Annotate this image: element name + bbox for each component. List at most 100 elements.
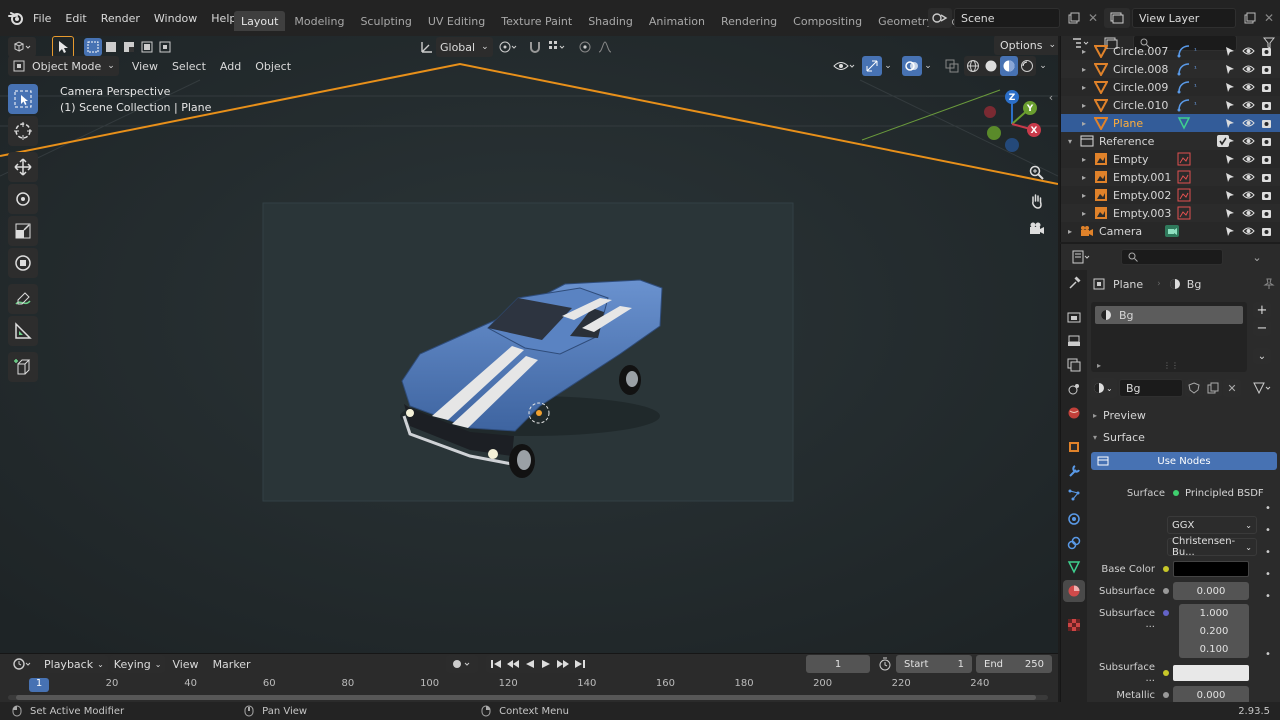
expand-arrow-icon[interactable]: ▸ — [1079, 65, 1089, 74]
snap-target-icon[interactable] — [545, 37, 569, 57]
expand-arrow-icon[interactable]: ▾ — [1065, 137, 1075, 146]
curve-data-icon[interactable] — [1175, 44, 1193, 58]
select-toggle-icon[interactable] — [1223, 226, 1237, 237]
expand-arrow-icon[interactable]: ▸ — [1079, 101, 1089, 110]
outliner-item[interactable]: ▸ Empty.002 — [1061, 186, 1280, 204]
playhead-frame-indicator[interactable]: 1 — [29, 678, 49, 692]
current-frame-field[interactable]: 1 — [806, 655, 870, 673]
material-name-field[interactable]: Bg — [1119, 379, 1183, 397]
shading-solid-icon[interactable] — [982, 56, 1000, 76]
link-type-icon[interactable] — [1249, 379, 1275, 397]
overlay-dropdown-icon[interactable]: ⌄ — [922, 56, 934, 76]
expand-arrow-icon[interactable]: ▸ — [1079, 119, 1089, 128]
expand-arrow-icon[interactable]: ▸ — [1079, 191, 1089, 200]
viewport-menu-object[interactable]: Object — [248, 55, 298, 77]
expand-arrow-icon[interactable]: ▸ — [1079, 155, 1089, 164]
subsurface-value[interactable]: 0.000 — [1173, 582, 1249, 600]
object-visibility-icon[interactable] — [830, 56, 858, 76]
timeline-marker-menu[interactable]: Marker — [206, 653, 258, 675]
proportional-edit-icon[interactable] — [575, 37, 595, 57]
view-layer-remove-icon[interactable]: ✕ — [1260, 8, 1278, 28]
camera-data-icon[interactable] — [1163, 224, 1181, 238]
jump-start-icon[interactable] — [488, 659, 504, 669]
render-camera-icon[interactable] — [1259, 226, 1273, 237]
expand-arrow-icon[interactable]: ▸ — [1079, 47, 1089, 56]
mesh-data-icon[interactable] — [1175, 116, 1193, 130]
select-toggle-icon[interactable] — [1223, 46, 1237, 57]
outliner-item[interactable]: ▸ Circle.010 ¹ — [1061, 96, 1280, 114]
viewport-menu-select[interactable]: Select — [165, 55, 213, 77]
animate-dot[interactable]: • — [1265, 586, 1275, 608]
tab-compositing[interactable]: Compositing — [786, 11, 869, 31]
material-slot-item[interactable]: Bg — [1095, 306, 1243, 324]
tab-layout[interactable]: Layout — [234, 11, 286, 31]
tab-texture-paint[interactable]: Texture Paint — [494, 11, 579, 31]
jump-keyframe-forward-icon[interactable] — [554, 659, 572, 669]
surface-shader-value[interactable]: Principled BSDF — [1185, 488, 1264, 499]
visibility-eye-icon[interactable] — [1241, 208, 1255, 218]
preview-range-icon[interactable] — [876, 655, 894, 673]
slot-list-expand-icon[interactable]: ▸ — [1097, 361, 1101, 370]
outliner-item[interactable]: ▸ Empty.003 — [1061, 204, 1280, 222]
subsurface-color-swatch[interactable] — [1173, 665, 1249, 681]
outliner-item-label[interactable]: Reference — [1099, 135, 1157, 148]
snap-icon[interactable] — [525, 37, 545, 57]
timeline-scrollbar[interactable] — [8, 695, 1048, 700]
outliner-item-label[interactable]: Empty.001 — [1113, 171, 1171, 184]
remove-slot-button[interactable]: − — [1253, 320, 1271, 336]
tool-measure[interactable] — [8, 316, 38, 346]
view-layer-browse-icon[interactable] — [1104, 8, 1130, 28]
tool-select-box[interactable] — [8, 84, 38, 114]
animate-dot[interactable]: • — [1265, 520, 1275, 542]
surface-panel-header[interactable]: ▾ Surface — [1091, 426, 1277, 448]
select-mode-new-icon[interactable] — [84, 38, 102, 56]
playback-menu[interactable]: Playback ⌄ — [40, 655, 108, 673]
render-camera-icon[interactable] — [1259, 136, 1273, 147]
viewport-menu-view[interactable]: View — [125, 55, 165, 77]
subsurface-method-dropdown[interactable]: Christensen-Bu... ⌄ — [1167, 536, 1257, 558]
properties-options-icon[interactable]: ⌄ — [1247, 247, 1267, 267]
viewport-menu-add[interactable]: Add — [213, 55, 248, 77]
material-browse-button[interactable]: ⌄ — [1091, 378, 1117, 398]
fake-user-icon[interactable] — [1185, 379, 1203, 397]
scene-browse-icon[interactable] — [928, 8, 952, 28]
collapse-sidebar-icon[interactable]: ‹ — [1046, 90, 1056, 104]
slot-list-resize-handle[interactable]: ⋮⋮ — [1163, 361, 1179, 370]
render-camera-icon[interactable] — [1259, 190, 1273, 201]
visibility-eye-icon[interactable] — [1241, 172, 1255, 182]
subsurface-radius-z[interactable]: 0.100 — [1179, 640, 1249, 658]
tool-annotate[interactable] — [8, 284, 38, 314]
animate-dot[interactable]: • — [1265, 498, 1275, 520]
tool-cursor[interactable] — [8, 116, 38, 146]
menu-window[interactable]: Window — [147, 7, 204, 29]
expand-arrow-icon[interactable]: ▸ — [1079, 209, 1089, 218]
visibility-eye-icon[interactable] — [1241, 190, 1255, 200]
tool-scale[interactable] — [8, 216, 38, 246]
tool-add-cube[interactable] — [8, 352, 38, 382]
tab-physics[interactable] — [1063, 508, 1085, 530]
use-nodes-button[interactable]: Use Nodes — [1091, 452, 1277, 470]
tab-texture[interactable] — [1063, 614, 1085, 636]
tab-scene[interactable] — [1063, 378, 1085, 400]
tab-modeling[interactable]: Modeling — [287, 11, 351, 31]
expand-arrow-icon[interactable]: ▸ — [1079, 173, 1089, 182]
play-icon[interactable] — [538, 659, 554, 669]
outliner-item-label[interactable]: Circle.007 — [1113, 45, 1171, 58]
select-toggle-icon[interactable] — [1223, 154, 1237, 165]
menu-edit[interactable]: Edit — [58, 7, 93, 29]
outliner-item[interactable]: ▸ Circle.007 ¹ — [1061, 42, 1280, 60]
curve-data-icon[interactable] — [1175, 98, 1193, 112]
duplicate-material-icon[interactable] — [1204, 379, 1222, 397]
outliner-item[interactable]: ▸ Empty.001 — [1061, 168, 1280, 186]
pivot-point-icon[interactable] — [495, 37, 521, 57]
pan-hand-icon[interactable] — [1024, 188, 1050, 214]
visibility-eye-icon[interactable] — [1241, 82, 1255, 92]
select-toggle-icon[interactable] — [1223, 82, 1237, 93]
render-camera-icon[interactable] — [1259, 100, 1273, 111]
slot-specials-button[interactable]: ⌄ — [1253, 348, 1271, 364]
tab-data[interactable] — [1063, 556, 1085, 578]
scene-new-icon[interactable] — [1064, 8, 1084, 28]
tab-uv-editing[interactable]: UV Editing — [421, 11, 492, 31]
options-button[interactable]: Options ⌄ — [994, 36, 1058, 55]
outliner-item-label[interactable]: Circle.008 — [1113, 63, 1171, 76]
